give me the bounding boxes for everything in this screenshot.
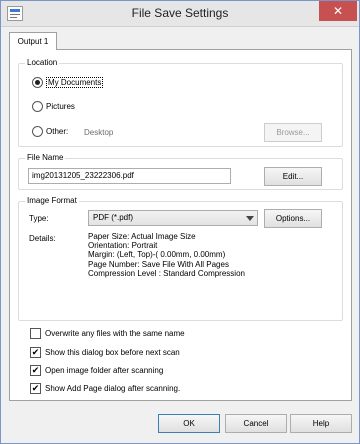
radio-pictures-label: Pictures (46, 102, 75, 111)
browse-button[interactable]: Browse... (264, 123, 322, 142)
type-label: Type: (29, 214, 49, 223)
details-line: Page Number: Save File With All Pages (88, 259, 229, 269)
window-title: File Save Settings (131, 6, 229, 20)
details-text: Paper Size: Actual Image Size Orientatio… (88, 232, 245, 278)
checkbox-show-dialog[interactable]: ✔ Show this dialog box before next scan (30, 347, 180, 358)
radio-my-documents-label: My Documents (46, 77, 104, 88)
checkbox-overwrite-label: Overwrite any files with the same name (45, 329, 185, 338)
radio-pictures-indicator[interactable] (32, 101, 43, 112)
radio-my-documents-indicator[interactable] (32, 77, 43, 88)
close-button[interactable]: ✕ (319, 1, 357, 21)
details-line: Margin: (Left, Top)-( 0.00mm, 0.00mm) (88, 250, 226, 260)
checkbox-show-dialog-label: Show this dialog box before next scan (45, 348, 180, 357)
location-group-title: Location (25, 58, 60, 67)
radio-pictures[interactable]: Pictures (32, 101, 75, 112)
ok-button[interactable]: OK (158, 414, 220, 433)
close-icon: ✕ (332, 4, 344, 18)
checkmark-icon: ✔ (31, 365, 40, 375)
title-bar: File Save Settings ✕ (1, 1, 359, 27)
type-select[interactable]: PDF (*.pdf) (88, 210, 258, 226)
checkbox-open-folder-label: Open image folder after scanning (45, 366, 164, 375)
chevron-down-icon (246, 216, 254, 221)
checkbox-add-page-box[interactable]: ✔ (30, 383, 41, 394)
checkbox-open-folder[interactable]: ✔ Open image folder after scanning (30, 365, 163, 376)
tab-output-1[interactable]: Output 1 (9, 32, 57, 50)
checkbox-overwrite-box[interactable] (30, 328, 41, 339)
image-format-group-title: Image Format (25, 196, 79, 205)
cancel-button[interactable]: Cancel (225, 414, 287, 433)
checkmark-icon: ✔ (31, 383, 40, 393)
help-button[interactable]: Help (290, 414, 352, 433)
tab-panel: Location My Documents Pictures Other: De… (9, 49, 352, 401)
radio-other-label: Other: (46, 127, 69, 136)
edit-button[interactable]: Edit... (264, 167, 322, 186)
details-label: Details: (29, 234, 56, 243)
checkbox-open-folder-box[interactable]: ✔ (30, 365, 41, 376)
details-line: Compression Level : Standard Compression (88, 268, 245, 278)
checkbox-show-dialog-box[interactable]: ✔ (30, 347, 41, 358)
radio-other-indicator[interactable] (32, 126, 43, 137)
file-save-settings-dialog: File Save Settings ✕ Output 1 Location M… (0, 0, 360, 444)
options-button[interactable]: Options... (264, 209, 322, 228)
checkbox-overwrite-files[interactable]: Overwrite any files with the same name (30, 328, 185, 339)
details-line: Paper Size: Actual Image Size (88, 232, 196, 241)
radio-my-documents[interactable]: My Documents (32, 77, 104, 88)
details-line: Orientation: Portrait (88, 241, 158, 251)
checkbox-add-page-label: Show Add Page dialog after scanning. (45, 384, 181, 393)
other-path-text: Desktop (84, 128, 114, 137)
type-select-value: PDF (*.pdf) (93, 213, 134, 222)
checkmark-icon: ✔ (31, 347, 40, 357)
checkbox-add-page[interactable]: ✔ Show Add Page dialog after scanning. (30, 383, 180, 394)
file-name-group-title: File Name (25, 153, 66, 162)
radio-other[interactable]: Other: (32, 126, 68, 137)
file-name-field[interactable]: img20131205_23222306.pdf (28, 168, 231, 184)
